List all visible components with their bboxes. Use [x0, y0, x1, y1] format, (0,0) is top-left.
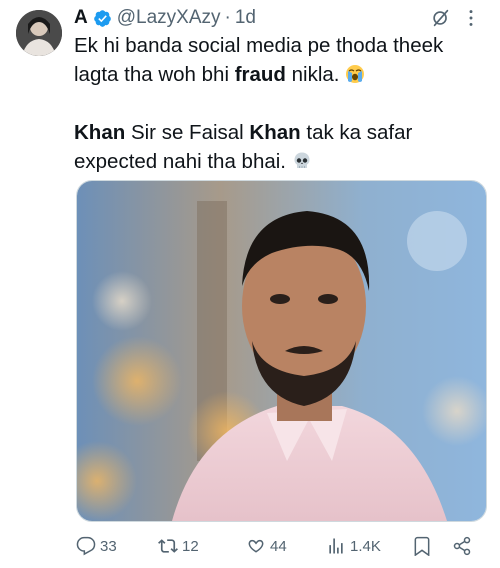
like-button[interactable]: 44	[246, 536, 326, 556]
bold-text: Khan	[249, 121, 301, 144]
verified-badge-icon	[93, 9, 112, 28]
share-icon	[453, 536, 471, 556]
author-avatar[interactable]	[16, 10, 62, 56]
tweet-timestamp[interactable]: 1d	[235, 7, 256, 29]
grok-icon[interactable]	[430, 7, 452, 29]
views-chart-icon	[329, 538, 343, 554]
text-run: Sir se Faisal	[125, 121, 250, 144]
tweet-actions-bar: 33 12 44 1.4K	[76, 532, 486, 560]
tweet-header: A @LazyXAzy · 1d	[74, 6, 484, 30]
more-options-icon[interactable]	[466, 7, 484, 29]
like-count: 44	[270, 537, 287, 555]
author-handle[interactable]: @LazyXAzy	[117, 7, 221, 29]
tweet-paragraph-2: Khan Sir se Faisal Khan tak ka safar exp…	[74, 118, 484, 176]
tweet-paragraph-1: Ek hi banda social media pe thoda theek …	[74, 31, 484, 89]
repost-button[interactable]: 12	[158, 536, 246, 556]
views-button[interactable]: 1.4K	[326, 536, 412, 556]
heart-icon	[248, 539, 264, 553]
bookmark-icon	[414, 536, 430, 556]
views-count: 1.4K	[350, 537, 381, 555]
tweet-media-image[interactable]	[76, 180, 487, 522]
author-name[interactable]: A	[74, 7, 88, 29]
bookmark-button[interactable]	[412, 536, 452, 556]
share-button[interactable]	[452, 536, 476, 556]
reply-count: 33	[100, 537, 117, 555]
reply-button[interactable]: 33	[76, 536, 158, 556]
repost-count: 12	[182, 537, 199, 555]
repost-icon	[158, 539, 178, 553]
separator-dot: ·	[224, 7, 231, 28]
text-run: nikla.	[285, 63, 340, 86]
loudly-crying-face-emoji	[345, 63, 365, 83]
reply-icon	[76, 536, 96, 556]
bold-text: fraud	[234, 63, 286, 86]
tweet-text: Ek hi banda social media pe thoda theek …	[74, 31, 484, 176]
skull-emoji	[292, 150, 312, 170]
bold-text: Khan	[74, 121, 126, 144]
